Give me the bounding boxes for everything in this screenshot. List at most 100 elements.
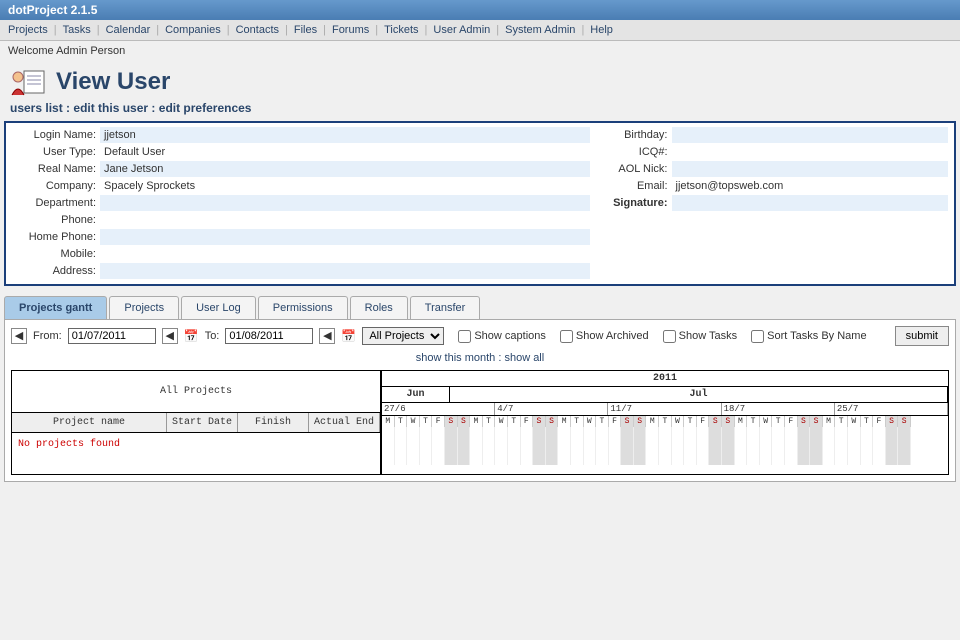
address-label: Address: [12,265,100,277]
gantt-day-cell [848,427,861,465]
gantt-day-cell [823,427,836,465]
tab-projects-gantt[interactable]: Projects gantt [4,296,107,319]
gantt-day-header: T [861,416,874,427]
menu-files[interactable]: Files [292,24,319,36]
phone-label: Phone: [12,214,100,226]
menu-projects[interactable]: Projects [6,24,50,36]
gantt-day-cell [898,427,911,465]
gantt-quick-links: show this month : show all [11,352,949,364]
tab-user-log[interactable]: User Log [181,296,256,319]
tab-permissions[interactable]: Permissions [258,296,348,319]
gantt-day-header: T [835,416,848,427]
gantt-day-header: S [709,416,722,427]
gantt-day-header: T [747,416,760,427]
from-calendar-icon[interactable]: 📅 [184,329,199,343]
to-date-input[interactable] [225,328,313,344]
gantt-day-header: S [533,416,546,427]
gantt-day-cell [596,427,609,465]
home-phone-label: Home Phone: [12,231,100,243]
gantt-day-cell [835,427,848,465]
gantt-day-cell [495,427,508,465]
col-project-name: Project name [12,413,167,432]
edit-preferences-link[interactable]: edit preferences [159,101,252,115]
tab-projects[interactable]: Projects [109,296,179,319]
gantt-day-cell [659,427,672,465]
gantt-day-cell [483,427,496,465]
gantt-day-cell [861,427,874,465]
tab-roles[interactable]: Roles [350,296,408,319]
department-label: Department: [12,197,100,209]
from-date-input[interactable] [68,328,156,344]
address-value [100,263,590,279]
gantt-day-header: W [407,416,420,427]
icq-value [672,144,949,160]
project-filter-select[interactable]: All Projects [362,327,444,345]
menu-contacts[interactable]: Contacts [234,24,281,36]
birthday-label: Birthday: [602,129,672,141]
birthday-value [672,127,949,143]
menu-tasks[interactable]: Tasks [61,24,93,36]
to-prev-button[interactable]: ◀ [319,328,335,344]
gantt-weeks-row: 27/64/711/718/725/7 [382,403,948,416]
to-calendar-icon[interactable]: 📅 [341,329,356,343]
gantt-day-header: S [621,416,634,427]
gantt-right-pane: 2011 JunJul 27/64/711/718/725/7 MTWTFSSM… [382,371,948,474]
real-name-value: Jane Jetson [100,161,590,177]
sort-by-name-checkbox[interactable] [751,330,764,343]
users-list-link[interactable]: users list [10,101,63,115]
menu-calendar[interactable]: Calendar [104,24,153,36]
gantt-day-header: T [395,416,408,427]
from-label: From: [33,330,62,342]
show-captions-checkbox[interactable] [458,330,471,343]
from-prev-button[interactable]: ◀ [162,328,178,344]
email-label: Email: [602,180,672,192]
email-value: jjetson@topsweb.com [672,178,949,194]
menu-tickets[interactable]: Tickets [382,24,420,36]
tab-transfer[interactable]: Transfer [410,296,481,319]
gantt-day-header: M [558,416,571,427]
col-start-date: Start Date [167,413,238,432]
menu-forums[interactable]: Forums [330,24,371,36]
gantt-day-header: W [760,416,773,427]
gantt-day-cell [646,427,659,465]
view-user-icon [10,67,46,97]
menu-help[interactable]: Help [588,24,615,36]
gantt-body-row [382,427,948,465]
menu-user-admin[interactable]: User Admin [431,24,492,36]
show-this-month-link[interactable]: show this month [416,352,495,364]
gantt-panel: ◀ From: ◀ 📅 To: ◀ 📅 All Projects Show ca… [4,320,956,482]
show-archived-label: Show Archived [576,330,649,342]
show-archived-checkbox[interactable] [560,330,573,343]
page-title: View User [56,68,170,96]
gantt-day-cell [508,427,521,465]
sort-by-name-label: Sort Tasks By Name [767,330,866,342]
gantt-week: 25/7 [835,403,948,415]
company-label: Company: [12,180,100,192]
gantt-day-header: F [785,416,798,427]
gantt-day-cell [521,427,534,465]
gantt-day-cell [445,427,458,465]
gantt-day-header: M [382,416,395,427]
login-name-label: Login Name: [12,129,100,141]
menu-system-admin[interactable]: System Admin [503,24,577,36]
gantt-day-header: T [772,416,785,427]
gantt-day-header: S [634,416,647,427]
gantt-day-header: F [609,416,622,427]
submit-button[interactable]: submit [895,326,949,346]
aol-value [672,161,949,177]
icq-label: ICQ#: [602,146,672,158]
gantt-week: 27/6 [382,403,495,415]
show-all-link[interactable]: show all [504,352,544,364]
prev-range-button[interactable]: ◀ [11,328,27,344]
gantt-day-header: M [646,416,659,427]
user-type-value: Default User [100,144,590,160]
gantt-day-cell [584,427,597,465]
company-value: Spacely Sprockets [100,178,590,194]
aol-label: AOL Nick: [602,163,672,175]
gantt-day-cell [609,427,622,465]
show-tasks-checkbox[interactable] [663,330,676,343]
edit-user-link[interactable]: edit this user [73,101,148,115]
menu-companies[interactable]: Companies [163,24,223,36]
gantt-day-cell [407,427,420,465]
gantt-left-columns: Project name Start Date Finish Actual En… [12,413,380,433]
